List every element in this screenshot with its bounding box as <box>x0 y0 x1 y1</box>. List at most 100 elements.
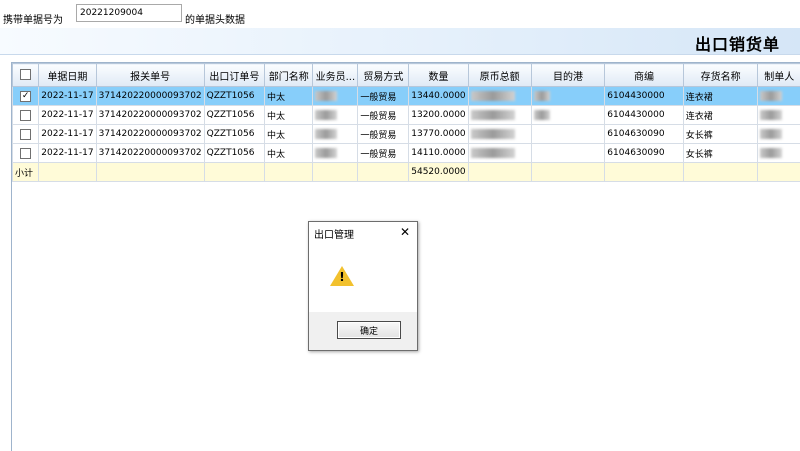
col-header[interactable]: 数量 <box>409 64 468 87</box>
order-no-cell: QZZT1056 <box>204 87 264 106</box>
goods-name-cell: 女长裤 <box>683 144 758 163</box>
col-header[interactable]: 部门名称 <box>265 64 313 87</box>
table-row[interactable]: 2022-11-17 371420220000093702 QZZT1056 中… <box>13 125 800 144</box>
row-select-cell[interactable]: ✓ <box>13 87 39 106</box>
grid-table: 单据日期 报关单号 出口订单号 部门名称 业务员... 贸易方式 数量 原币总额… <box>12 63 800 182</box>
filter-bar: 携带单据号为 的单据头数据 <box>0 0 800 28</box>
redacted-block <box>471 91 515 101</box>
doc-header-label: 的单据头数据 <box>185 11 245 26</box>
port-cell <box>531 144 605 163</box>
qty-cell: 14110.0000 <box>409 144 468 163</box>
select-all-header[interactable] <box>13 64 39 87</box>
salesman-cell <box>313 87 358 106</box>
warning-mark: ! <box>339 271 345 284</box>
customs-no-cell: 371420220000093702 <box>96 144 204 163</box>
col-header[interactable]: 原币总额 <box>468 64 531 87</box>
trade-cell: 一般贸易 <box>358 144 409 163</box>
order-no-cell: QZZT1056 <box>204 106 264 125</box>
goods-name-cell: 连衣裙 <box>683 87 758 106</box>
amount-cell <box>468 144 531 163</box>
redacted-block <box>471 129 515 139</box>
port-cell <box>531 87 605 106</box>
message-dialog: 出口管理 ✕ ! 确定 <box>308 221 418 351</box>
redacted-block <box>315 129 337 139</box>
col-header[interactable]: 目的港 <box>531 64 605 87</box>
redacted-block <box>760 91 782 101</box>
customs-no-cell: 371420220000093702 <box>96 106 204 125</box>
col-header[interactable]: 业务员... <box>313 64 358 87</box>
row-select-cell[interactable] <box>13 125 39 144</box>
hs-code-cell: 6104430000 <box>605 106 683 125</box>
redacted-block <box>315 148 337 158</box>
date-cell: 2022-11-17 <box>39 87 96 106</box>
port-cell <box>531 125 605 144</box>
dept-cell: 中太 <box>265 125 313 144</box>
qty-cell: 13440.0000 <box>409 87 468 106</box>
redacted-block <box>315 91 337 101</box>
row-checkbox[interactable] <box>20 110 31 121</box>
qty-cell: 13200.0000 <box>409 106 468 125</box>
col-header[interactable]: 制单人 <box>758 64 800 87</box>
title-band: 出口销货单 <box>0 28 800 55</box>
select-all-checkbox[interactable] <box>20 69 31 80</box>
redacted-block <box>760 129 782 139</box>
summary-row: 小计 54520.0000 <box>13 163 800 182</box>
redacted-block <box>534 110 550 120</box>
customs-no-cell: 371420220000093702 <box>96 87 204 106</box>
grid-header-row: 单据日期 报关单号 出口订单号 部门名称 业务员... 贸易方式 数量 原币总额… <box>13 64 800 87</box>
port-cell <box>531 106 605 125</box>
customs-no-cell: 371420220000093702 <box>96 125 204 144</box>
hs-code-cell: 6104630090 <box>605 144 683 163</box>
redacted-block <box>760 148 782 158</box>
redacted-block <box>471 110 515 120</box>
redacted-block <box>315 110 337 120</box>
goods-name-cell: 女长裤 <box>683 125 758 144</box>
amount-cell <box>468 106 531 125</box>
doc-no-input[interactable] <box>76 4 182 22</box>
col-header[interactable]: 贸易方式 <box>358 64 409 87</box>
salesman-cell <box>313 106 358 125</box>
col-header[interactable]: 商编 <box>605 64 683 87</box>
date-cell: 2022-11-17 <box>39 144 96 163</box>
summary-label: 小计 <box>13 163 39 182</box>
dept-cell: 中太 <box>265 87 313 106</box>
date-cell: 2022-11-17 <box>39 125 96 144</box>
summary-qty: 54520.0000 <box>409 163 468 182</box>
col-header[interactable]: 出口订单号 <box>204 64 264 87</box>
dialog-title: 出口管理 <box>314 226 354 241</box>
trade-cell: 一般贸易 <box>358 106 409 125</box>
table-row[interactable]: ✓ 2022-11-17 371420220000093702 QZZT1056… <box>13 87 800 106</box>
page-title: 出口销货单 <box>695 31 780 55</box>
salesman-cell <box>313 144 358 163</box>
row-select-cell[interactable] <box>13 144 39 163</box>
amount-cell <box>468 125 531 144</box>
amount-cell <box>468 87 531 106</box>
row-checkbox[interactable] <box>20 148 31 159</box>
dept-cell: 中太 <box>265 106 313 125</box>
row-checkbox[interactable]: ✓ <box>20 91 31 102</box>
row-select-cell[interactable] <box>13 106 39 125</box>
dialog-titlebar[interactable]: 出口管理 ✕ <box>309 222 417 242</box>
hs-code-cell: 6104430000 <box>605 87 683 106</box>
table-row[interactable]: 2022-11-17 371420220000093702 QZZT1056 中… <box>13 106 800 125</box>
redacted-block <box>471 148 515 158</box>
trade-cell: 一般贸易 <box>358 125 409 144</box>
creator-cell <box>758 106 800 125</box>
goods-name-cell: 连衣裙 <box>683 106 758 125</box>
creator-cell <box>758 87 800 106</box>
ok-button[interactable]: 确定 <box>337 321 401 339</box>
creator-cell <box>758 125 800 144</box>
order-no-cell: QZZT1056 <box>204 125 264 144</box>
row-checkbox[interactable] <box>20 129 31 140</box>
redacted-block <box>760 110 782 120</box>
table-row[interactable]: 2022-11-17 371420220000093702 QZZT1056 中… <box>13 144 800 163</box>
redacted-block <box>534 91 550 101</box>
close-icon[interactable]: ✕ <box>397 224 413 240</box>
col-header[interactable]: 存货名称 <box>683 64 758 87</box>
dept-cell: 中太 <box>265 144 313 163</box>
col-header[interactable]: 单据日期 <box>39 64 96 87</box>
creator-cell <box>758 144 800 163</box>
salesman-cell <box>313 125 358 144</box>
date-cell: 2022-11-17 <box>39 106 96 125</box>
col-header[interactable]: 报关单号 <box>96 64 204 87</box>
